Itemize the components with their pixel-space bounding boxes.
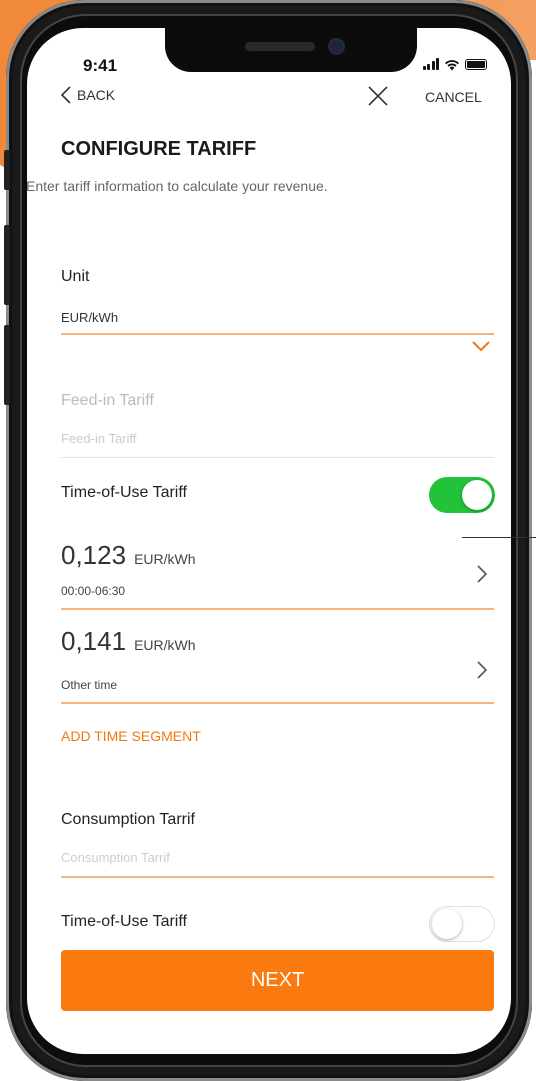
segment-1-underline bbox=[61, 608, 494, 610]
close-button[interactable] bbox=[367, 85, 389, 112]
segment-price-unit: EUR/kWh bbox=[134, 551, 196, 567]
unit-underline bbox=[61, 333, 494, 335]
toggle-knob bbox=[432, 909, 462, 939]
chevron-left-icon bbox=[61, 86, 71, 104]
front-camera bbox=[330, 40, 343, 53]
page-subtitle: Enter tariff information to calculate yo… bbox=[27, 178, 328, 194]
segment-price-value: 0,123 bbox=[61, 540, 127, 570]
phone-screen: 9:41 BACK CANCEL CONFIGURE TARIFF Enter … bbox=[27, 28, 511, 1054]
feed-in-underline bbox=[61, 457, 494, 458]
cancel-button[interactable]: CANCEL bbox=[425, 89, 482, 105]
toggle-knob bbox=[462, 480, 492, 510]
unit-select-value[interactable]: EUR/kWh bbox=[61, 310, 118, 325]
segment-price-value: 0,141 bbox=[61, 626, 127, 656]
chevron-right-icon[interactable] bbox=[477, 661, 487, 679]
mute-switch bbox=[4, 150, 10, 190]
battery-icon bbox=[465, 59, 487, 70]
status-time: 9:41 bbox=[83, 56, 118, 75]
feed-in-tou-label: Time-of-Use Tariff bbox=[61, 484, 187, 501]
next-button[interactable]: NEXT bbox=[61, 950, 494, 1011]
close-icon bbox=[368, 86, 388, 106]
annotation-pointer-line bbox=[462, 537, 536, 538]
consumption-underline bbox=[61, 876, 494, 878]
volume-down-button bbox=[4, 325, 10, 405]
feed-in-tou-toggle[interactable] bbox=[429, 477, 495, 513]
status-icons bbox=[422, 58, 487, 71]
segment-2-price: 0,141 EUR/kWh bbox=[61, 626, 196, 657]
page-title: CONFIGURE TARIFF bbox=[61, 138, 257, 160]
segment-1-period: 00:00-06:30 bbox=[61, 584, 126, 598]
notch bbox=[165, 28, 417, 72]
consumption-label: Consumption Tarrif bbox=[61, 811, 195, 828]
chevron-down-icon[interactable] bbox=[471, 340, 491, 352]
back-label: BACK bbox=[77, 87, 116, 103]
segment-price-unit: EUR/kWh bbox=[134, 637, 196, 653]
signal-icon bbox=[422, 58, 439, 70]
consumption-tou-toggle[interactable] bbox=[429, 906, 495, 942]
consumption-tou-label: Time-of-Use Tariff bbox=[61, 913, 187, 930]
segment-2-underline bbox=[61, 702, 494, 704]
add-time-segment-button[interactable]: ADD TIME SEGMENT bbox=[61, 728, 201, 744]
feed-in-label: Feed-in Tariff bbox=[61, 392, 154, 409]
volume-up-button bbox=[4, 225, 10, 305]
speaker bbox=[245, 42, 315, 51]
chevron-right-icon[interactable] bbox=[477, 565, 487, 583]
consumption-input[interactable]: Consumption Tarrif bbox=[61, 850, 170, 865]
segment-2-period: Other time bbox=[61, 678, 118, 692]
wifi-icon bbox=[444, 58, 460, 71]
back-button[interactable]: BACK bbox=[61, 86, 115, 104]
segment-1-price: 0,123 EUR/kWh bbox=[61, 540, 196, 571]
feed-in-input[interactable]: Feed-in Tariff bbox=[61, 431, 136, 446]
unit-label: Unit bbox=[61, 268, 90, 285]
